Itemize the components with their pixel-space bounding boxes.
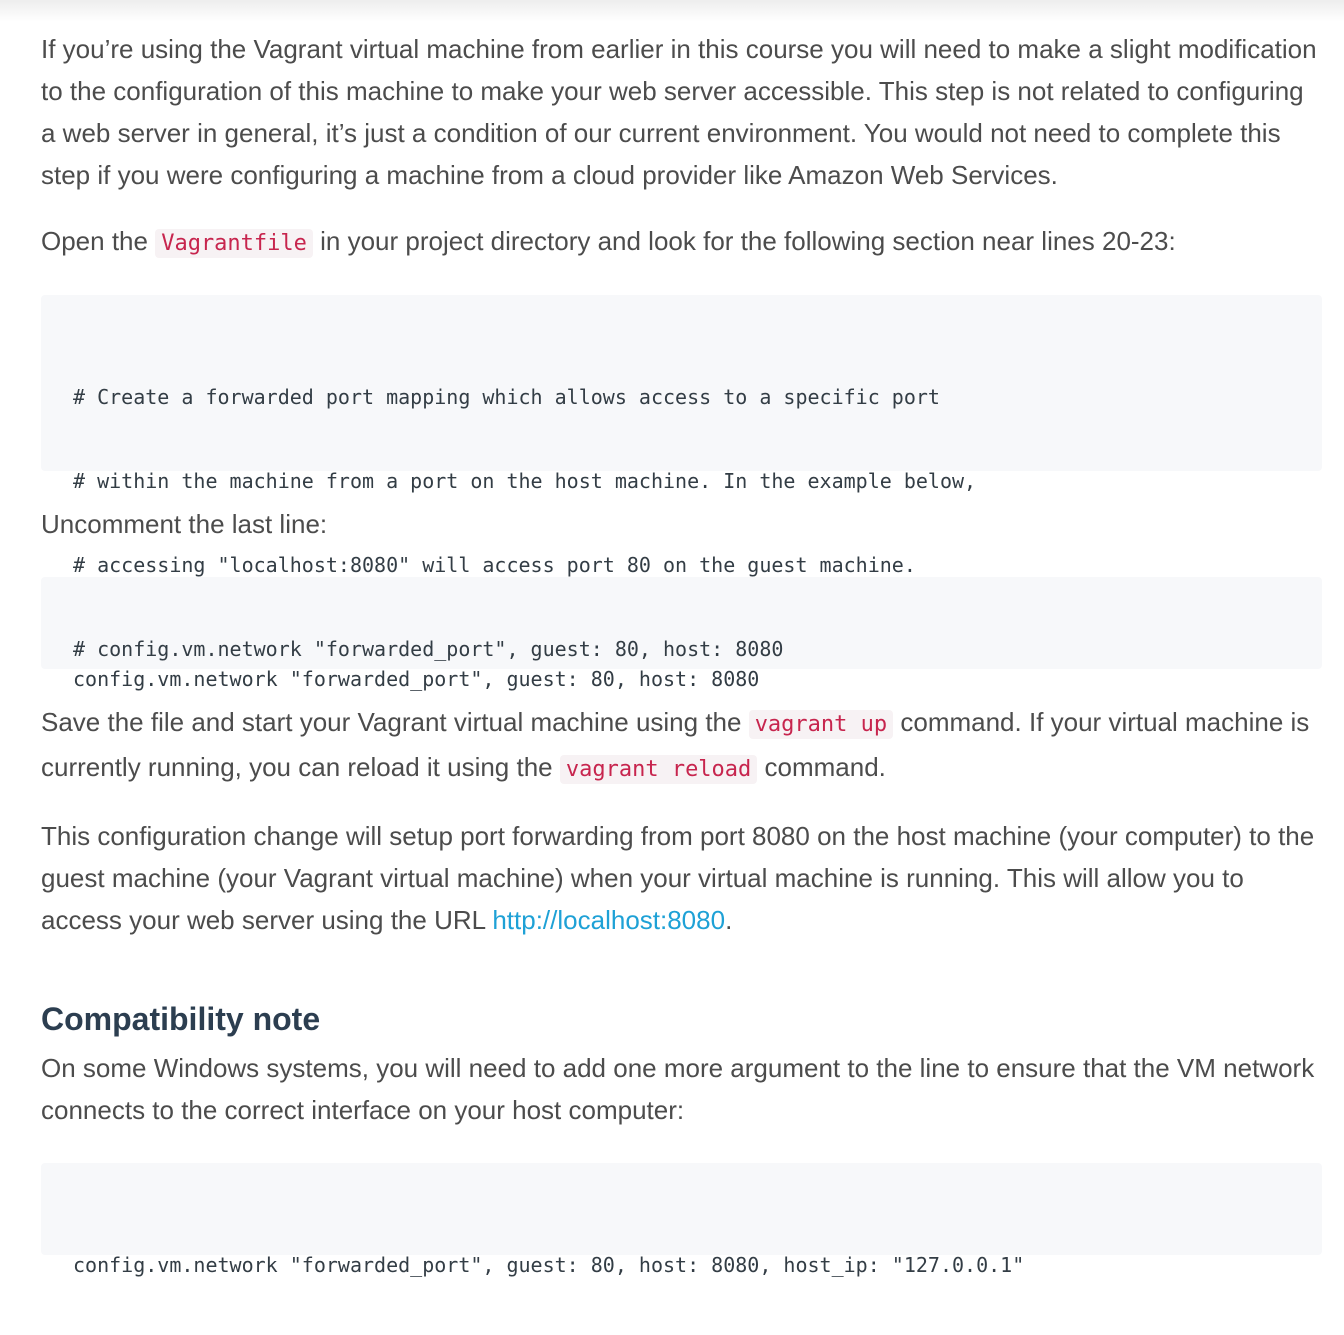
code-line: # Create a forwarded port mapping which …: [73, 385, 940, 409]
open-vagrantfile-paragraph: Open the Vagrantfile in your project dir…: [41, 220, 1322, 265]
code-line: config.vm.network "forwarded_port", gues…: [73, 667, 760, 691]
save-file-paragraph: Save the file and start your Vagrant vir…: [41, 701, 1322, 791]
vagrantfile-code: Vagrantfile: [155, 229, 313, 258]
code-line: # accessing "localhost:8080" will access…: [73, 553, 916, 577]
open-text-after: in your project directory and look for t…: [312, 226, 1176, 256]
localhost-link[interactable]: http://localhost:8080: [492, 905, 725, 935]
period: .: [725, 905, 733, 935]
code-block-host-ip: config.vm.network "forwarded_port", gues…: [41, 1163, 1322, 1277]
vagrant-reload-code: vagrant reload: [559, 755, 758, 784]
uncomment-paragraph: Uncomment the last line:: [41, 509, 328, 539]
article-content: If you’re using the Vagrant virtual mach…: [41, 28, 1322, 1277]
top-shadow: [0, 0, 1344, 22]
code-line: # within the machine from a port on the …: [73, 469, 977, 493]
port-forwarding-paragraph: This configuration change will setup por…: [41, 815, 1322, 941]
save-text-3: command.: [757, 752, 886, 782]
compatibility-note-heading: Compatibility note: [41, 1001, 321, 1037]
vagrant-up-code: vagrant up: [748, 710, 894, 739]
save-text-1: Save the file and start your Vagrant vir…: [41, 707, 749, 737]
code-block-forwarded-port-section: # Create a forwarded port mapping which …: [41, 295, 1322, 661]
code-line: config.vm.network "forwarded_port", gues…: [73, 1253, 1025, 1277]
open-text-before: Open the: [41, 226, 156, 256]
intro-paragraph: If you’re using the Vagrant virtual mach…: [41, 34, 1317, 190]
windows-note-paragraph: On some Windows systems, you will need t…: [41, 1053, 1315, 1125]
